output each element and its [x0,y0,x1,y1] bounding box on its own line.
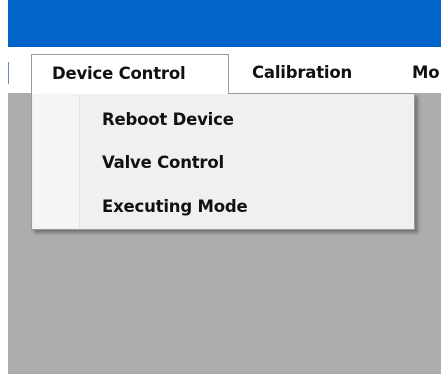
title-bar [8,0,441,47]
menu-more-truncated[interactable]: Mo [412,54,441,91]
menu-device-control[interactable]: Device Control [31,54,229,94]
menu-item-executing-mode[interactable]: Executing Mode [32,188,414,226]
application-window: Device Control Calibration Mo Reboot Dev… [0,0,441,374]
menu-item-reboot-device[interactable]: Reboot Device [32,101,414,139]
menu-separator [8,62,9,84]
menu-calibration[interactable]: Calibration [252,54,352,91]
menu-item-valve-control[interactable]: Valve Control [32,144,414,182]
device-control-dropdown: Reboot Device Valve Control Executing Mo… [31,93,415,230]
